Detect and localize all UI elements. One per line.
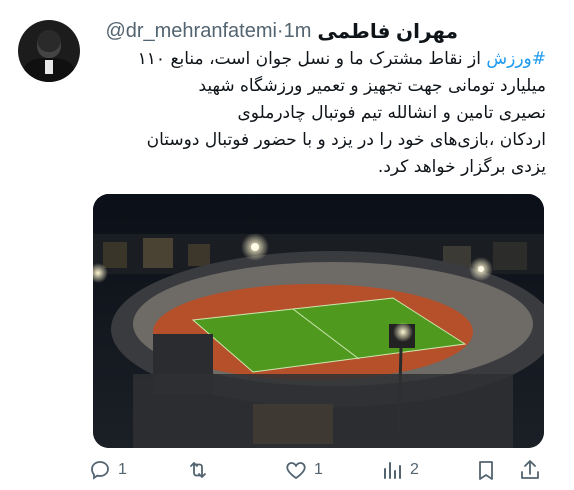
retweet-icon: [190, 462, 206, 478]
author-handle[interactable]: @dr_mehranfatemi·1m: [105, 20, 311, 43]
views-icon: [384, 462, 401, 479]
avatar-head: [37, 30, 61, 58]
like-button[interactable]: 1: [284, 456, 323, 484]
tweet-media-image[interactable]: [93, 194, 544, 448]
author-avatar[interactable]: [18, 20, 80, 82]
views-count: 2: [410, 461, 419, 478]
tweet-actions: 1 1 2: [88, 456, 548, 486]
hashtag-link[interactable]: #ورزش: [486, 49, 546, 69]
tweet-line: یزدی برگزار خواهد کرد.: [377, 157, 546, 177]
share-icon: [521, 460, 539, 479]
retweet-button[interactable]: [186, 456, 216, 484]
reply-count: 1: [118, 461, 127, 478]
author-name[interactable]: مهران فاطمی: [317, 19, 458, 44]
tweet-text: #ورزش از نقاط مشترک ما و نسل جوان است، م…: [96, 46, 546, 181]
stadium-photo: [93, 194, 544, 448]
bookmark-button[interactable]: [474, 456, 498, 484]
tweet-line: نصیری تامین و انشالله تیم فوتبال چادرملو…: [237, 103, 547, 123]
like-count: 1: [314, 461, 323, 478]
reply-icon: [91, 461, 109, 480]
avatar-collar: [45, 60, 53, 74]
share-button[interactable]: [518, 456, 542, 484]
heart-icon: [286, 462, 306, 480]
tweet-header: @dr_mehranfatemi·1m مهران فاطمی: [105, 18, 458, 44]
tweet-line: میلیارد تومانی جهت تجهیز و تعمیر ورزشگاه…: [198, 76, 546, 96]
reply-button[interactable]: 1: [88, 456, 127, 484]
bookmark-icon: [479, 461, 493, 480]
tweet-line: اردکان ،بازی‌های خود را در یزد و با حضور…: [146, 130, 546, 150]
tweet-line: #ورزش از نقاط مشترک ما و نسل جوان است، م…: [137, 49, 546, 69]
views-button[interactable]: 2: [380, 456, 419, 484]
